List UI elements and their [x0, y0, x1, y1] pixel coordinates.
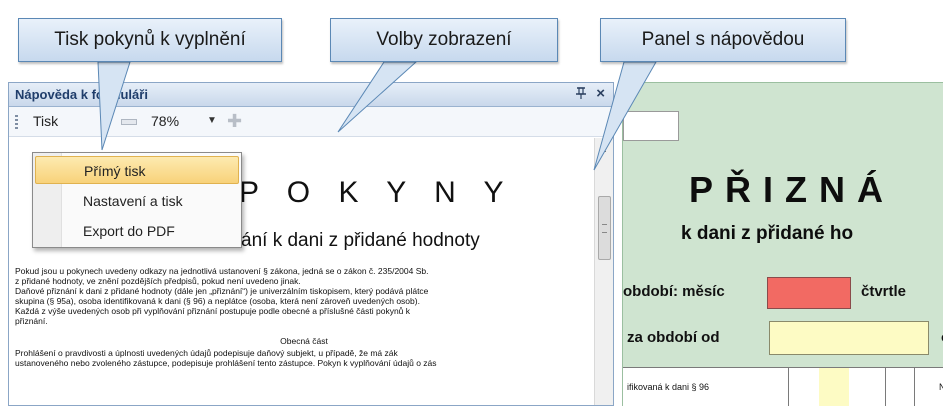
- form-table-row: ifikovaná k dani § 96 N: [623, 367, 943, 406]
- form-view: PŘIZNÁ k dani z přidané ho období: měsíc…: [620, 82, 943, 406]
- zoom-out-icon[interactable]: [121, 119, 137, 125]
- callout-help-panel: Panel s nápovědou: [600, 18, 846, 62]
- document-body: Pokud jsou u pokynech uvedeny odkazy na …: [15, 266, 593, 368]
- print-menu: Přímý tisk Nastavení a tisk Export do PD…: [32, 152, 242, 248]
- table-cell: [885, 368, 915, 406]
- menu-item-export-pdf[interactable]: Export do PDF: [35, 217, 239, 245]
- document-heading: P O K Y N Y: [239, 176, 514, 209]
- month-field[interactable]: [767, 277, 851, 309]
- document-line: přiznání.: [15, 316, 48, 326]
- document-subheading: ání k dani z přidané hodnoty: [241, 230, 480, 251]
- help-panel-titlebar: Nápověda k formuláři ×: [9, 83, 613, 107]
- zoom-dropdown-icon[interactable]: ▼: [207, 115, 217, 126]
- help-panel-title: Nápověda k formuláři: [15, 87, 148, 102]
- table-cell-label: N: [939, 382, 943, 392]
- document-line: Daňové přiznání k dani z přidané hodnoty…: [15, 286, 429, 296]
- form-subtitle: k dani z přidané ho: [681, 223, 854, 244]
- form-page: PŘIZNÁ k dani z přidané ho období: měsíc…: [622, 82, 943, 406]
- chevron-down-icon[interactable]: ▼: [99, 115, 109, 126]
- pin-icon[interactable]: [575, 86, 587, 103]
- table-cell: ifikovaná k dani § 96: [623, 368, 789, 406]
- label-period-from: za období od: [627, 329, 720, 346]
- table-cell-label: ifikovaná k dani § 96: [627, 382, 710, 392]
- menu-item-direct-print[interactable]: Přímý tisk: [35, 156, 239, 184]
- document-line: Každá z výše uvedených osob při vyplňová…: [15, 306, 411, 316]
- form-title: PŘIZNÁ: [689, 169, 895, 210]
- document-line: skupina (§ 95a), osoba identifikovaná k …: [15, 296, 420, 306]
- help-toolbar: Tisk ▼ 78% ▼ ✚: [9, 107, 613, 137]
- scrollbar-thumb[interactable]: [598, 196, 611, 260]
- document-line: ustanoveného nebo zvoleného zástupce, po…: [15, 358, 437, 368]
- period-from-field[interactable]: [769, 321, 929, 355]
- checkbox-field[interactable]: [819, 368, 849, 406]
- callout-print-instructions: Tisk pokynů k vyplnění: [18, 18, 282, 62]
- close-icon[interactable]: ×: [596, 85, 605, 102]
- document-line: Prohlášení o pravdivosti a úplnosti uved…: [15, 348, 398, 358]
- scroll-up-icon[interactable]: ▲: [599, 144, 608, 154]
- document-line: z přidané hodnoty, ve znění pozdějších p…: [15, 276, 301, 286]
- document-line: Pokud jsou u pokynech uvedeny odkazy na …: [15, 266, 429, 276]
- callout-view-options: Volby zobrazení: [330, 18, 558, 62]
- zoom-level[interactable]: 78%: [151, 113, 179, 129]
- form-top-field[interactable]: [623, 111, 679, 141]
- label-quarter: čtvrtle: [861, 283, 907, 300]
- print-button[interactable]: Tisk: [33, 113, 58, 129]
- menu-item-print-settings[interactable]: Nastavení a tisk: [35, 187, 239, 215]
- toolbar-grip[interactable]: [15, 115, 18, 129]
- label-period-month: období: měsíc: [623, 283, 725, 300]
- vertical-scrollbar[interactable]: ▲: [594, 138, 613, 405]
- zoom-in-icon[interactable]: ✚: [227, 112, 242, 130]
- document-section-title: Obecná část: [280, 336, 328, 346]
